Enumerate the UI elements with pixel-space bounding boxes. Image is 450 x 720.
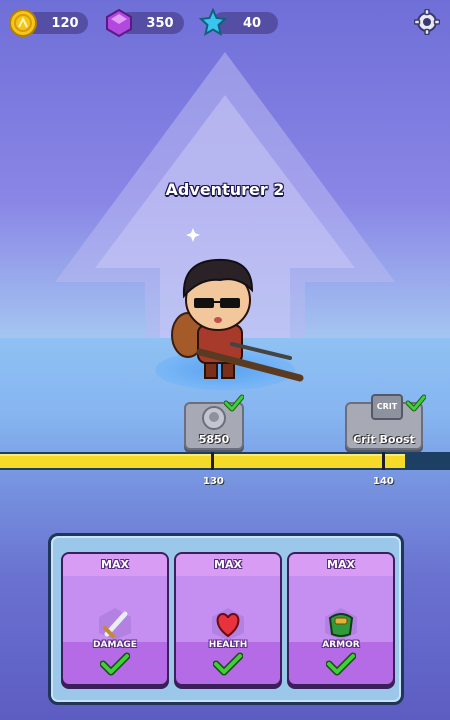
star-count: 40 bbox=[242, 15, 262, 31]
check-icon bbox=[326, 652, 356, 676]
heart-icon bbox=[212, 608, 244, 640]
crit-icon: CRIT bbox=[371, 394, 403, 420]
check-icon bbox=[224, 394, 244, 412]
tick-label-140: 140 bbox=[373, 476, 394, 487]
level-progress-bar bbox=[0, 452, 450, 470]
card-body: DAMAGE bbox=[63, 576, 167, 650]
progress-tick bbox=[382, 452, 385, 470]
armor-icon bbox=[325, 608, 357, 640]
reward-coins-label: 5850 bbox=[198, 433, 230, 446]
progress-tick bbox=[211, 452, 214, 470]
health-level: MAX bbox=[176, 554, 280, 576]
upgrade-panel: MAX DAMAGE MAX HEALTH MAX ARMOR bbox=[48, 533, 404, 705]
skull-coin-icon bbox=[202, 406, 226, 430]
armor-upgrade-card[interactable]: MAX ARMOR bbox=[287, 552, 395, 686]
damage-level: MAX bbox=[63, 554, 167, 576]
damage-label: DAMAGE bbox=[93, 640, 137, 650]
armor-label: ARMOR bbox=[322, 640, 360, 650]
health-label: HEALTH bbox=[208, 640, 248, 650]
health-upgrade-card[interactable]: MAX HEALTH bbox=[174, 552, 282, 686]
reward-crit-boost-label: Crit Boost bbox=[353, 433, 415, 446]
check-icon bbox=[100, 652, 130, 676]
character-name: Adventurer 2 bbox=[165, 180, 285, 199]
gem-icon bbox=[106, 8, 132, 38]
sword-icon bbox=[99, 608, 131, 640]
resource-bar: 120 350 40 bbox=[0, 8, 450, 38]
damage-upgrade-card[interactable]: MAX DAMAGE bbox=[61, 552, 169, 686]
level-progress-fill bbox=[0, 454, 405, 468]
check-icon bbox=[406, 394, 426, 412]
tick-label-130: 130 bbox=[203, 476, 224, 487]
coin-icon bbox=[9, 9, 37, 37]
check-icon bbox=[213, 652, 243, 676]
gem-count: 350 bbox=[146, 15, 174, 31]
character-sprite[interactable] bbox=[160, 240, 310, 390]
coin-count: 120 bbox=[51, 15, 79, 31]
gear-icon[interactable] bbox=[414, 9, 440, 35]
star-icon bbox=[198, 8, 228, 37]
armor-level: MAX bbox=[289, 554, 393, 576]
card-body: HEALTH bbox=[176, 576, 280, 650]
card-body: ARMOR bbox=[289, 576, 393, 650]
